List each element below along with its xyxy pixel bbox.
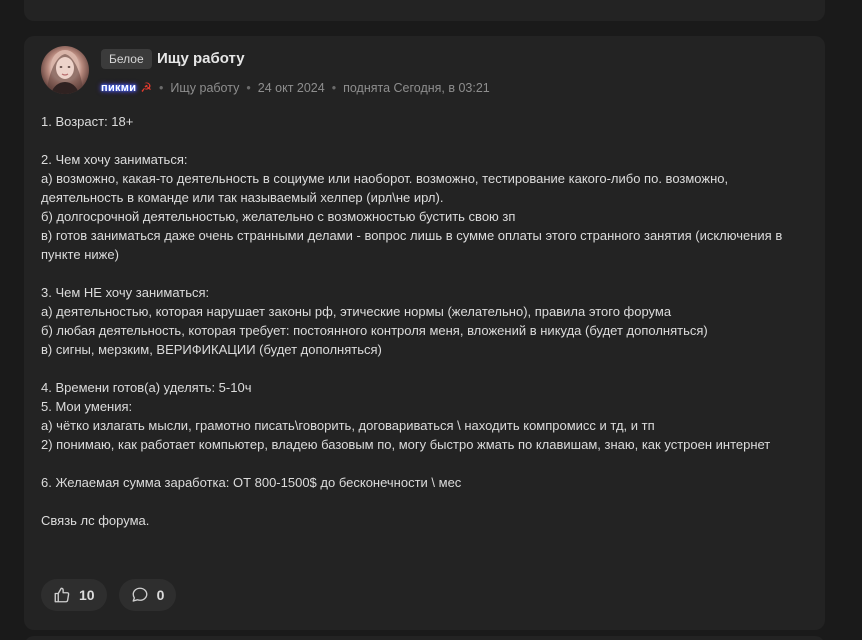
avatar-image	[47, 50, 83, 94]
post-card: Белое Ищу работу пикми ☭ • Ищу работу • …	[24, 36, 825, 630]
post-line: 2. Чем хочу заниматься:	[41, 152, 188, 167]
post-line: 1. Возраст: 18+	[41, 114, 134, 129]
post-line	[41, 131, 811, 150]
thread-date: 24 окт 2024	[257, 81, 325, 95]
post-body: 1. Возраст: 18+ 2. Чем хочу заниматься: …	[41, 112, 811, 530]
post-line: 5. Мои умения:	[41, 399, 133, 414]
thread-meta: пикми ☭ • Ищу работу • 24 окт 2024 • под…	[101, 79, 490, 97]
hammer-sickle-icon: ☭	[140, 80, 152, 95]
post-line: 4. Времени готов(а) уделять: 5-10ч	[41, 380, 252, 395]
avatar[interactable]	[41, 46, 89, 94]
post-line: а) деятельностью, которая нарушает закон…	[41, 304, 672, 319]
post-line	[41, 454, 811, 473]
post-line: 2) понимаю, как работает компьютер, влад…	[41, 437, 771, 452]
comment-count: 0	[156, 587, 165, 603]
prefix-tag[interactable]: Белое	[101, 49, 152, 69]
post-line: 3. Чем НЕ хочу заниматься:	[41, 285, 210, 300]
previous-post-card	[24, 0, 825, 21]
post-reactions: 10 0	[41, 579, 177, 611]
thread-section-link[interactable]: Ищу работу	[170, 79, 239, 97]
meta-separator: •	[246, 81, 251, 95]
next-post-card	[24, 636, 825, 640]
comment-bubble-icon	[132, 587, 148, 602]
meta-separator: •	[331, 81, 337, 95]
post-line	[41, 264, 811, 283]
thread-title[interactable]: Ищу работу	[157, 49, 245, 69]
post-line: а) возможно, какая-то деятельность в соц…	[41, 171, 729, 205]
thumbs-up-icon	[54, 587, 70, 603]
post-line: б) долгосрочной деятельностью, желательн…	[41, 209, 516, 224]
post-line: Связь лс форума.	[41, 513, 150, 528]
post-line: 6. Желаемая сумма заработка: ОТ 800-1500…	[41, 475, 462, 490]
page: Белое Ищу работу пикми ☭ • Ищу работу • …	[0, 0, 862, 640]
post-line	[41, 492, 811, 511]
like-count: 10	[79, 587, 95, 603]
post-line: б) любая деятельность, которая требует: …	[41, 323, 708, 338]
author-username[interactable]: пикми	[101, 79, 136, 97]
comments-button[interactable]: 0	[118, 579, 177, 611]
post-line: в) готов заниматься даже очень странными…	[41, 228, 783, 262]
thread-bumped: поднята Сегодня, в 03:21	[343, 81, 490, 95]
like-button[interactable]: 10	[41, 579, 107, 611]
post-line: а) чётко излагать мысли, грамотно писать…	[41, 418, 655, 433]
meta-separator: •	[158, 81, 164, 95]
post-line: в) сигны, мерзким, ВЕРИФИКАЦИИ (будет до…	[41, 342, 382, 357]
post-line	[41, 359, 811, 378]
